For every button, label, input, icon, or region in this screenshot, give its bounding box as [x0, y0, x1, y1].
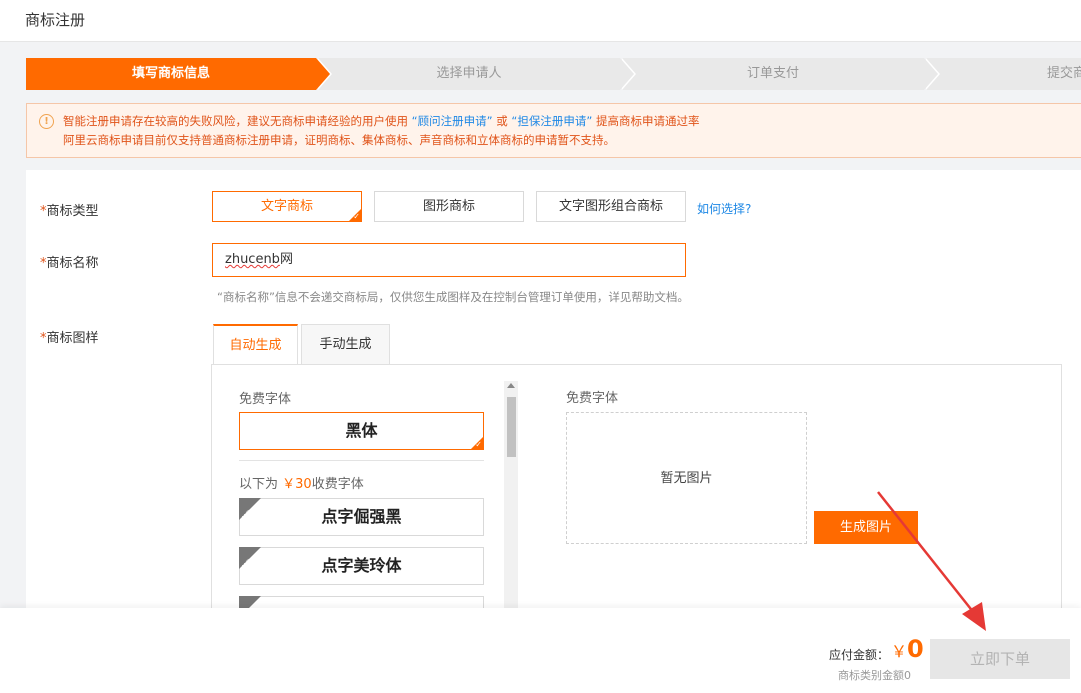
label-text: 商标类型 — [46, 204, 99, 219]
font-list-scrollbar[interactable] — [504, 381, 518, 621]
how-to-choose-link[interactable]: 如何选择? — [697, 200, 751, 217]
guaranteed-registration-link[interactable]: “担保注册申请” — [511, 114, 592, 128]
step-fill-info: 填写商标信息 — [26, 58, 332, 90]
paid-font-heading: 以下为 ￥30收费字体 — [239, 473, 364, 492]
option-label: 文字图形组合商标 — [558, 199, 663, 214]
check-icon: ✓ — [475, 440, 482, 449]
page-title: 商标注册 — [25, 11, 86, 29]
font-price: ￥30 — [282, 477, 312, 492]
notice-text: 智能注册申请存在较高的失败风险，建议无商标申请经验的用户使用 — [63, 114, 408, 128]
step-order-payment: 订单支付 — [622, 58, 940, 90]
notice-line-2: 阿里云商标申请目前仅支持普通商标注册申请，证明商标、集体商标、声音商标和立体商标… — [63, 133, 615, 147]
trademark-name-input[interactable]: zhucenb网 — [212, 243, 686, 277]
heading-text: 收费字体 — [311, 477, 364, 492]
auto-generate-panel: 免费字体 黑体 ✓ 以下为 ￥30收费字体 付费 点字倔强黑 付费 点字美玲体 — [211, 364, 1062, 621]
notice-text: 提高商标申请通过率 — [595, 114, 700, 128]
step-submit: 提交商 — [926, 58, 1081, 90]
font-option-dianzi-juejianghei[interactable]: 付费 点字倔强黑 — [239, 498, 484, 536]
trademark-form: *商标类型 文字商标 ✓ 图形商标 文字图形组合商标 如何选择? *商标名称 z… — [26, 170, 1081, 621]
notice-line-1: 智能注册申请存在较高的失败风险，建议无商标申请经验的用户使用 “顾问注册申请” … — [63, 113, 699, 129]
label-text: 商标图样 — [46, 331, 99, 346]
label-text: 商标名称 — [46, 256, 99, 271]
scroll-thumb[interactable] — [507, 397, 516, 457]
currency-symbol: ￥ — [891, 642, 908, 661]
type-option-combined[interactable]: 文字图形组合商标 — [536, 191, 686, 222]
top-bar: 商标注册 — [0, 0, 1081, 42]
font-option-heiti[interactable]: 黑体 ✓ — [239, 412, 484, 450]
trademark-name-label: *商标名称 — [40, 252, 99, 271]
order-footer: 应付金额： ￥0 商标类别金额0 立即下单 — [0, 608, 1081, 693]
warning-circle-icon: ! — [39, 114, 54, 129]
free-font-heading: 免费字体 — [239, 392, 292, 407]
type-option-graphic[interactable]: 图形商标 — [374, 191, 524, 222]
risk-notice: ! 智能注册申请存在较高的失败风险，建议无商标申请经验的用户使用 “顾问注册申请… — [26, 103, 1081, 158]
image-preview: 暂无图片 — [566, 412, 807, 544]
font-list: 免费字体 黑体 ✓ 以下为 ￥30收费字体 付费 点字倔强黑 付费 点字美玲体 — [222, 365, 505, 621]
step-label: 选择申请人 — [436, 66, 502, 81]
generate-image-button[interactable]: 生成图片 — [814, 511, 918, 544]
step-label: 订单支付 — [746, 66, 799, 81]
step-label: 填写商标信息 — [131, 66, 210, 81]
tab-manual-generate[interactable]: 手动生成 — [301, 324, 390, 364]
amount-value: 0 — [907, 635, 924, 663]
input-value: zhucenb — [225, 252, 280, 267]
heading-text: 以下为 — [239, 477, 279, 492]
input-value-suffix: 网 — [279, 252, 293, 267]
font-name: 点字倔强黑 — [321, 507, 402, 526]
check-icon: ✓ — [353, 212, 360, 221]
trademark-type-label: *商标类型 — [40, 200, 99, 219]
notice-text: 或 — [496, 114, 508, 128]
font-option-dianzi-meilingti[interactable]: 付费 点字美玲体 — [239, 547, 484, 585]
step-choose-applicant: 选择申请人 — [318, 58, 636, 90]
step-progress: 填写商标信息 选择申请人 订单支付 提交商 — [26, 58, 1081, 90]
pay-label: 应付金额： — [829, 648, 890, 662]
trademark-sample-label: *商标图样 — [40, 327, 99, 346]
consultant-registration-link[interactable]: “顾问注册申请” — [412, 114, 493, 128]
preview-title: 免费字体 — [566, 391, 619, 406]
font-name: 点字美玲体 — [321, 556, 402, 575]
step-label: 提交商 — [1047, 66, 1081, 81]
divider — [239, 460, 484, 461]
place-order-button[interactable]: 立即下单 — [930, 639, 1070, 679]
option-label: 图形商标 — [422, 199, 475, 214]
category-amount: 商标类别金额0 — [838, 669, 911, 682]
name-hint: “商标名称”信息不会递交商标局，仅供您生成图样及在控制台管理订单使用，详见帮助文… — [217, 290, 689, 304]
page: 商标注册 填写商标信息 选择申请人 订单支付 提交商 ! 智能注册申请存在较高的… — [0, 0, 1081, 693]
pay-amount: ￥0 — [891, 635, 924, 663]
tab-auto-generate[interactable]: 自动生成 — [213, 324, 298, 364]
option-label: 文字商标 — [260, 199, 313, 214]
scroll-up-arrow-icon[interactable] — [507, 383, 515, 388]
font-name: 黑体 — [345, 421, 378, 440]
type-option-text[interactable]: 文字商标 ✓ — [212, 191, 362, 222]
